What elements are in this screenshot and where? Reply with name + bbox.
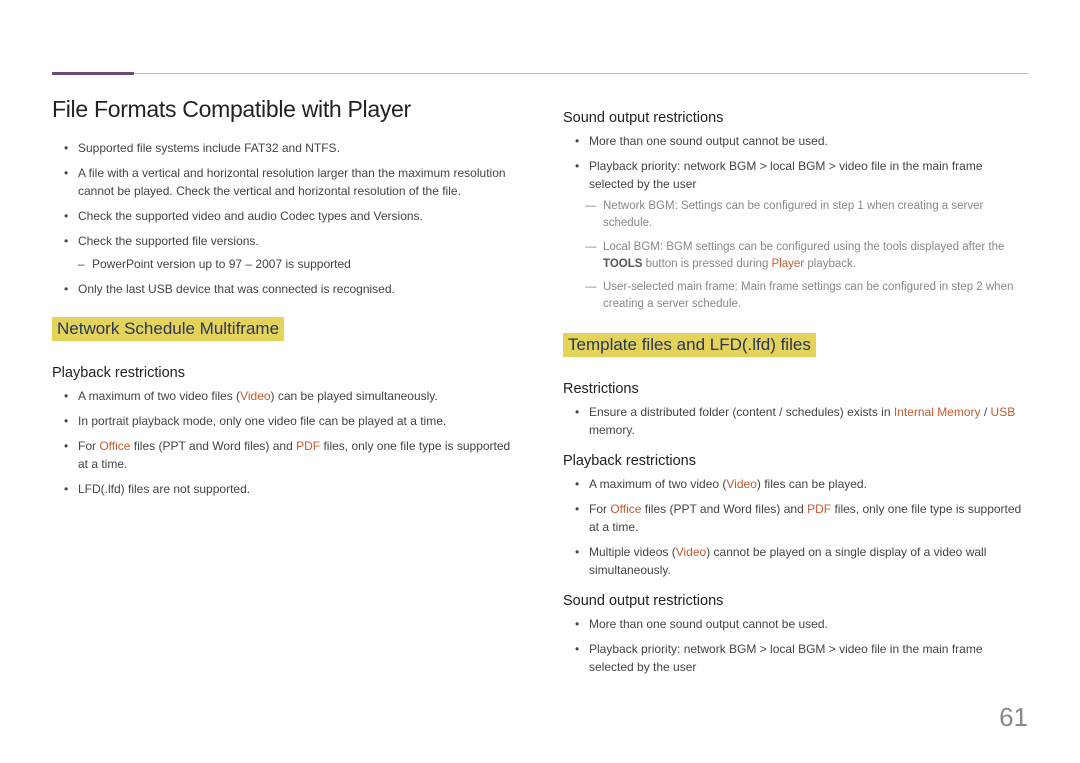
highlight-office: Office — [610, 502, 641, 516]
list-item: More than one sound output cannot be use… — [589, 132, 1028, 150]
section-heading-network: Network Schedule Multiframe — [52, 317, 284, 341]
page-number: 61 — [999, 702, 1028, 733]
sound-list: More than one sound output cannot be use… — [563, 132, 1028, 314]
list-item: Playback priority: network BGM > local B… — [589, 157, 1028, 314]
list-item: For Office files (PPT and Word files) an… — [589, 500, 1028, 536]
text: playback. — [804, 258, 856, 270]
list-item: PowerPoint version up to 97 – 2007 is su… — [92, 255, 517, 273]
text: Check the supported file versions. — [78, 234, 259, 248]
subheading-restrictions: Restrictions — [563, 381, 1028, 397]
text: ) can be played simultaneously. — [271, 389, 438, 403]
text: memory. — [589, 423, 635, 437]
accent-bar — [52, 72, 134, 75]
list-item: Network BGM: Settings can be configured … — [603, 198, 1028, 233]
page-title: File Formats Compatible with Player — [52, 96, 517, 123]
text: files (PPT and Word files) and — [641, 502, 807, 516]
list-item: A maximum of two video (Video) files can… — [589, 475, 1028, 493]
list-item: User-selected main frame: Main frame set… — [603, 279, 1028, 314]
subheading-playback: Playback restrictions — [52, 365, 517, 381]
highlight-usb: USB — [991, 405, 1016, 419]
intro-list: Supported file systems include FAT32 and… — [52, 139, 517, 298]
list-item: In portrait playback mode, only one vide… — [78, 412, 517, 430]
header-rule — [52, 73, 1028, 74]
highlight-video: Video — [676, 545, 706, 559]
tools-label: TOOLS — [603, 258, 642, 270]
list-item: For Office files (PPT and Word files) an… — [78, 437, 517, 473]
text: ) files can be played. — [757, 477, 867, 491]
list-item: A maximum of two video files (Video) can… — [78, 387, 517, 405]
list-item: Local BGM: BGM settings can be configure… — [603, 239, 1028, 274]
text: Local BGM: BGM settings can be configure… — [603, 241, 1004, 253]
highlight-pdf: PDF — [807, 502, 831, 516]
list-item: Check the supported video and audio Code… — [78, 207, 517, 225]
text: files (PPT and Word files) and — [130, 439, 296, 453]
playback-list-2: A maximum of two video (Video) files can… — [563, 475, 1028, 579]
list-item: Ensure a distributed folder (content / s… — [589, 403, 1028, 439]
text: / — [981, 405, 991, 419]
text: Ensure a distributed folder (content / s… — [589, 405, 894, 419]
text: A maximum of two video files ( — [78, 389, 240, 403]
highlight-player: Player — [772, 258, 805, 270]
list-item: Supported file systems include FAT32 and… — [78, 139, 517, 157]
highlight-video: Video — [240, 389, 270, 403]
subheading-sound2: Sound output restrictions — [563, 593, 1028, 609]
list-item: Playback priority: network BGM > local B… — [589, 640, 1028, 676]
list-item: A file with a vertical and horizontal re… — [78, 164, 517, 200]
text: For — [78, 439, 99, 453]
document-body: File Formats Compatible with Player Supp… — [52, 96, 1028, 683]
text: For — [589, 502, 610, 516]
text: Playback priority: network BGM > local B… — [589, 159, 983, 191]
highlight-video: Video — [726, 477, 756, 491]
list-item: Check the supported file versions. Power… — [78, 232, 517, 273]
sub-list: PowerPoint version up to 97 – 2007 is su… — [78, 255, 517, 273]
restrictions-list: Ensure a distributed folder (content / s… — [563, 403, 1028, 439]
right-column: Sound output restrictions More than one … — [563, 96, 1028, 683]
list-item: Only the last USB device that was connec… — [78, 280, 517, 298]
text: Multiple videos ( — [589, 545, 676, 559]
list-item: More than one sound output cannot be use… — [589, 615, 1028, 633]
text: A maximum of two video ( — [589, 477, 726, 491]
note-list: Network BGM: Settings can be configured … — [589, 198, 1028, 314]
highlight-pdf: PDF — [296, 439, 320, 453]
left-column: File Formats Compatible with Player Supp… — [52, 96, 517, 683]
highlight-internal-memory: Internal Memory — [894, 405, 981, 419]
section-heading-template: Template files and LFD(.lfd) files — [563, 333, 816, 357]
list-item: LFD(.lfd) files are not supported. — [78, 480, 517, 498]
sound-list-2: More than one sound output cannot be use… — [563, 615, 1028, 676]
text: button is pressed during — [642, 258, 771, 270]
highlight-office: Office — [99, 439, 130, 453]
subheading-sound: Sound output restrictions — [563, 110, 1028, 126]
list-item: Multiple videos (Video) cannot be played… — [589, 543, 1028, 579]
subheading-playback2: Playback restrictions — [563, 453, 1028, 469]
playback-list: A maximum of two video files (Video) can… — [52, 387, 517, 498]
